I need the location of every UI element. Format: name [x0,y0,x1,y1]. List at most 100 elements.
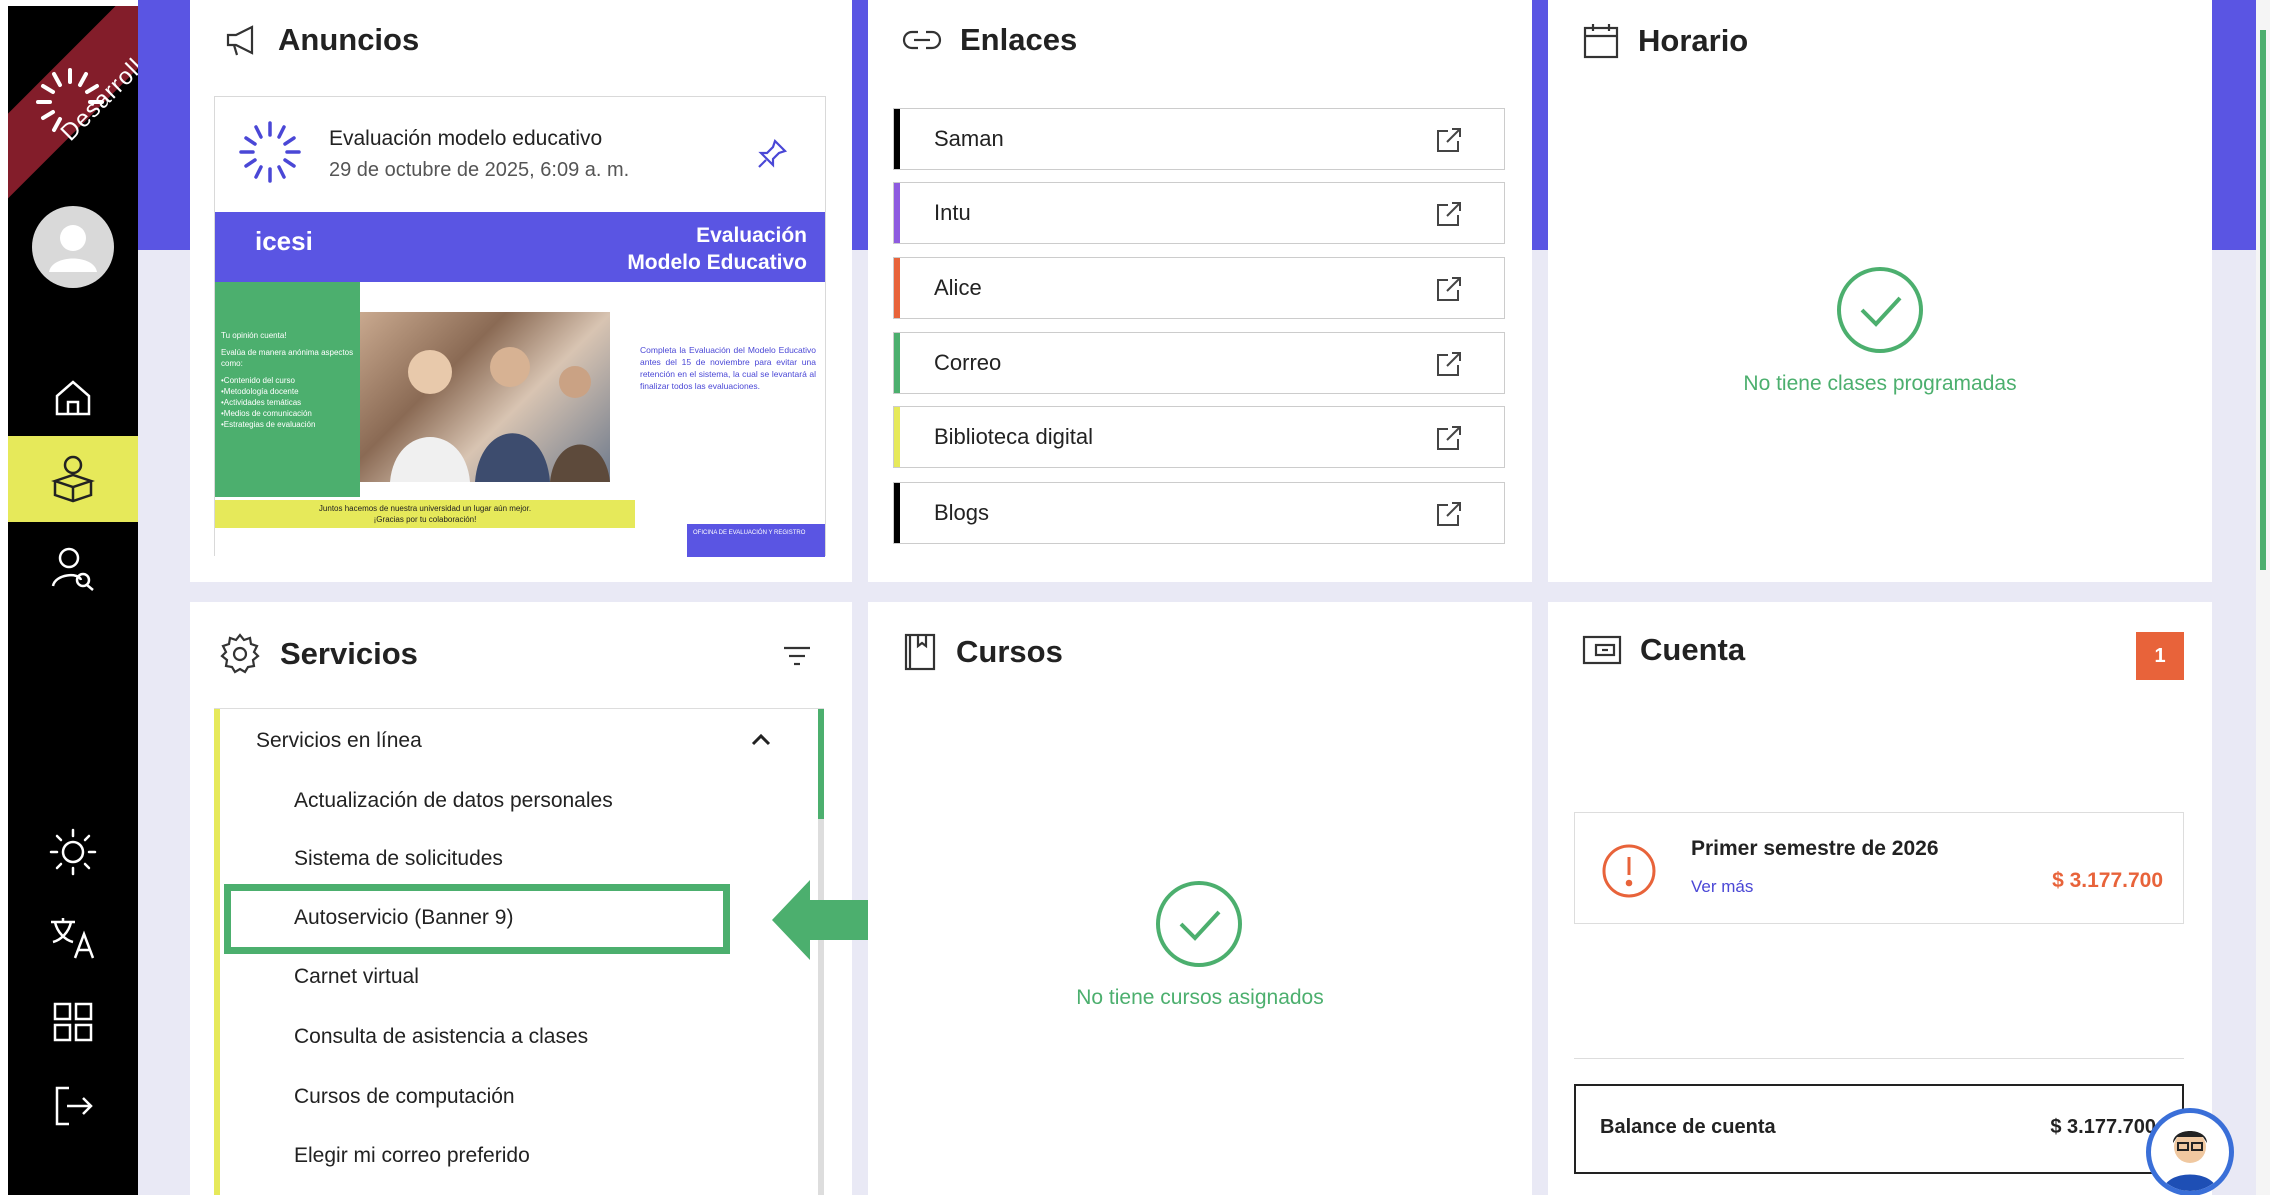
avatar[interactable] [32,206,114,288]
check-circle-icon [1156,881,1242,967]
link-intu[interactable]: Intu [893,182,1505,244]
balance-box: Balance de cuenta $ 3.177.700 [1574,1084,2184,1174]
link-label: Intu [934,200,971,225]
external-link-icon [1437,277,1461,301]
theme-toggle[interactable] [8,812,138,892]
link-label: Biblioteca digital [934,424,1093,449]
banner-right-text: Completa la Evaluación del Modelo Educat… [640,345,816,391]
nav-profile-search[interactable] [8,528,138,608]
chat-assistant-button[interactable] [2146,1108,2234,1195]
wallet-icon [1582,635,1622,665]
link-biblioteca-digital[interactable]: Biblioteca digital [893,406,1505,468]
page-scrollbar[interactable] [2256,0,2270,1195]
accent-bar [138,0,190,250]
banner-list-item: •Actividades temáticas [221,398,302,407]
banner-list-item: •Estrategias de evaluación [221,420,316,429]
service-item[interactable]: Cursos de computación [294,1085,515,1109]
home-icon [55,380,91,416]
banner-list-item: •Contenido del curso [221,376,295,385]
semester-title: Primer semestre de 2026 [1691,837,1939,860]
sidebar: Desarrollo [8,6,138,1195]
semester-card[interactable]: Primer semestre de 2026 Ver más $ 3.177.… [1574,812,2184,924]
filter-icon[interactable] [782,644,812,668]
scrollbar-track[interactable] [818,819,824,1195]
apps-icon [53,1002,93,1042]
services-group-header[interactable]: Servicios en línea [256,729,422,753]
banner-list-item: •Medios de comunicación [221,409,312,418]
link-blogs[interactable]: Blogs [893,482,1505,544]
link-icon [902,30,942,50]
language-selector[interactable] [8,898,138,978]
student-icon [51,455,95,503]
external-link-icon [1437,352,1461,376]
link-color-bar [894,183,900,243]
logout-button[interactable] [8,1066,138,1146]
megaphone-icon [226,25,254,56]
banner-left-panel: Tu opinión cuenta! Evalúa de manera anón… [215,282,360,497]
logout-icon [55,1086,93,1126]
divider [1574,1058,2184,1059]
link-alice[interactable]: Alice [893,257,1505,319]
theme-icon [49,828,97,876]
scrollbar-thumb[interactable] [818,709,824,819]
apps-menu[interactable] [8,982,138,1062]
semester-amount: $ 3.177.700 [2052,869,2163,892]
link-correo[interactable]: Correo [893,332,1505,394]
servicios-title: Servicios [218,632,418,676]
students-image [390,347,610,482]
icesi-logo-icon [239,121,301,183]
page-scrollbar-thumb[interactable] [2260,30,2266,570]
balance-amount: $ 3.177.700 [2050,1116,2156,1138]
anuncios-title: Anuncios [224,22,419,58]
banner-heading-line2: Modelo Educativo [627,251,807,274]
gear-icon [220,633,260,674]
horario-panel: Horario No tiene clases programadas [1548,0,2212,582]
students-photo [360,312,610,482]
service-item[interactable]: Actualización de datos personales [294,789,613,813]
cuenta-panel: Cuenta 1 Primer semestre de 2026 Ver más… [1548,602,2212,1195]
calendar-icon [1583,24,1619,59]
banner-left-body: Evalúa de manera anónima aspectos como: [221,348,354,368]
announcement-header: Evaluación modelo educativo 29 de octubr… [215,97,825,207]
cursos-title-text: Cursos [956,634,1063,669]
enlaces-title-text: Enlaces [960,22,1078,57]
link-color-bar [894,258,900,318]
accent-bar [1532,0,1548,250]
anuncios-title-text: Anuncios [278,22,420,57]
link-color-bar [894,407,900,467]
language-icon [51,918,95,959]
pin-icon[interactable] [755,137,789,171]
service-item[interactable]: Sistema de solicitudes [294,847,503,871]
chevron-up-icon[interactable] [750,731,772,747]
horario-title-text: Horario [1638,23,1749,58]
book-icon [904,633,936,671]
balance-label: Balance de cuenta [1600,1116,1776,1138]
link-color-bar [894,483,900,543]
announcement-banner: icesi Evaluación Modelo Educativo Tu opi… [215,212,825,557]
link-color-bar [894,109,900,169]
announcement-card[interactable]: Evaluación modelo educativo 29 de octubr… [214,96,826,557]
service-item[interactable]: Carnet virtual [294,965,419,989]
servicios-title-text: Servicios [280,636,418,671]
cuenta-title-text: Cuenta [1640,632,1746,667]
link-color-bar [894,333,900,393]
services-color-bar [214,709,220,1195]
assistant-avatar-icon [2163,1131,2217,1191]
cursos-panel: Cursos No tiene cursos asignados [868,602,1532,1195]
ver-mas-link[interactable]: Ver más [1691,877,1753,897]
cursos-empty-message: No tiene cursos asignados [1076,986,1324,1009]
service-item[interactable]: Elegir mi correo preferido [294,1144,530,1168]
nav-home[interactable] [8,358,138,438]
cuenta-title: Cuenta [1582,632,1745,668]
banner-heading-line1: Evaluación [696,224,807,247]
service-item[interactable]: Consulta de asistencia a clases [294,1025,588,1049]
link-saman[interactable]: Saman [893,108,1505,170]
external-link-icon [1437,426,1461,450]
banner-left-title: Tu opinión cuenta! [221,331,287,340]
announcement-date: 29 de octubre de 2025, 6:09 a. m. [329,159,630,181]
notification-badge[interactable]: 1 [2136,632,2184,680]
banner-footer-line1: Juntos hacemos de nuestra universidad un… [318,504,532,513]
user-avatar-icon [49,225,97,272]
nav-student[interactable] [8,436,138,522]
banner-footer: Juntos hacemos de nuestra universidad un… [215,500,635,528]
